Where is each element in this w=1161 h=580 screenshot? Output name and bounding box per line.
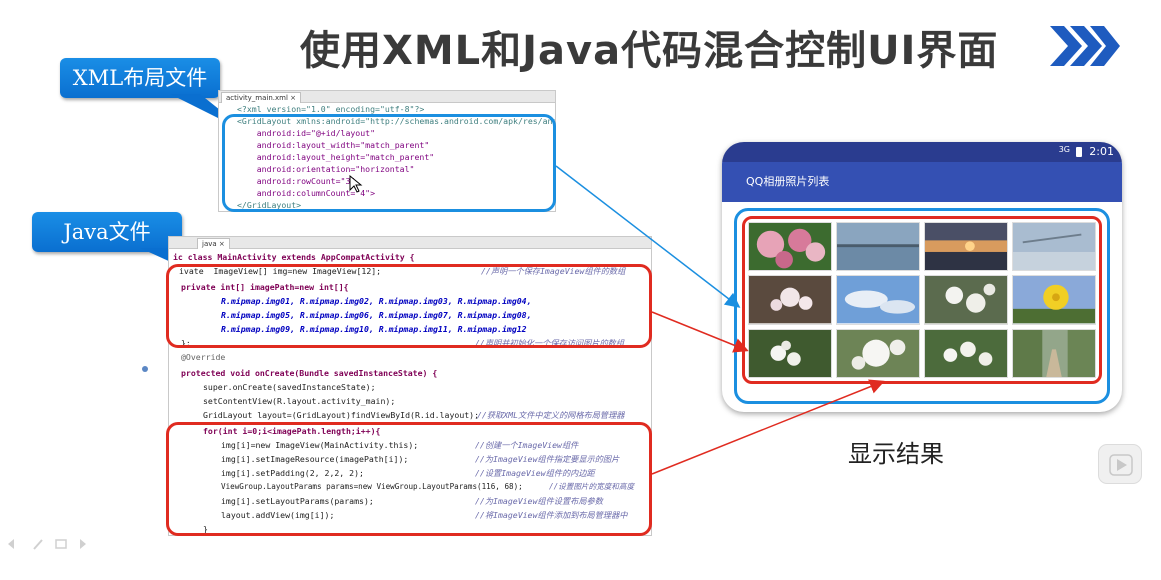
java-line-super: super.onCreate(savedInstanceState);	[203, 382, 376, 392]
signal-label: 3G	[1058, 145, 1070, 154]
xml-callout: XML布局文件	[60, 58, 220, 98]
slide: 使用XML和Java代码混合控制UI界面 XML布局文件 activity_ma…	[0, 0, 1161, 580]
status-time: 2:01	[1089, 145, 1114, 158]
java-editor-tabstrip: java ×	[169, 237, 651, 249]
breakpoint-marker[interactable]	[142, 366, 148, 372]
status-bar: 3G 2:01	[722, 142, 1122, 162]
next-icon	[80, 539, 86, 549]
pen-icon	[33, 539, 43, 550]
xml-highlight-frame	[222, 114, 556, 212]
xml-editor-tabstrip: activity_main.xml ×	[219, 91, 555, 103]
menu-icon	[55, 539, 67, 549]
xml-callout-label: XML布局文件	[72, 66, 208, 90]
java-line-oncreate: protected void onCreate(Bundle savedInst…	[181, 368, 438, 378]
java-line-setcontentview: setContentView(R.layout.activity_main);	[203, 396, 396, 406]
battery-icon	[1076, 147, 1082, 157]
java-loop-highlight-frame	[166, 422, 652, 536]
app-title: QQ相册照片列表	[746, 175, 830, 188]
java-callout-label: Java文件	[63, 220, 151, 244]
prev-icon	[8, 539, 14, 549]
close-icon[interactable]: ×	[290, 94, 296, 102]
tab-label: java	[202, 240, 217, 248]
play-icon	[1109, 454, 1133, 476]
tab-label: activity_main.xml	[226, 94, 288, 102]
play-button[interactable]	[1098, 444, 1142, 484]
slide-toolbar	[4, 536, 124, 552]
result-label: 显示结果	[848, 440, 944, 468]
chevrons-right-icon	[1050, 26, 1120, 66]
app-bar: QQ相册照片列表	[722, 162, 1122, 202]
java-comment-3: //获取XML文件中定义的网格布局管理器	[477, 410, 625, 420]
slide-title: 使用XML和Java代码混合控制UI界面	[300, 28, 999, 74]
java-line-override: @Override	[181, 352, 226, 362]
grid-highlight-frame-blue	[734, 208, 1110, 404]
java-callout: Java文件	[32, 212, 182, 252]
java-array-highlight-frame	[166, 264, 652, 348]
phone-result-preview: 3G 2:01 QQ相册照片列表	[722, 142, 1122, 412]
tab-main-activity-java[interactable]: java ×	[197, 238, 230, 249]
slide-title-bar: 使用XML和Java代码混合控制UI界面	[300, 14, 1120, 74]
java-line-gridlayout: GridLayout layout=(GridLayout)findViewBy…	[203, 410, 480, 420]
close-icon[interactable]: ×	[219, 240, 225, 248]
tab-activity-main-xml[interactable]: activity_main.xml ×	[221, 92, 302, 103]
java-line-class: ic class MainActivity extends AppCompatA…	[173, 252, 415, 262]
